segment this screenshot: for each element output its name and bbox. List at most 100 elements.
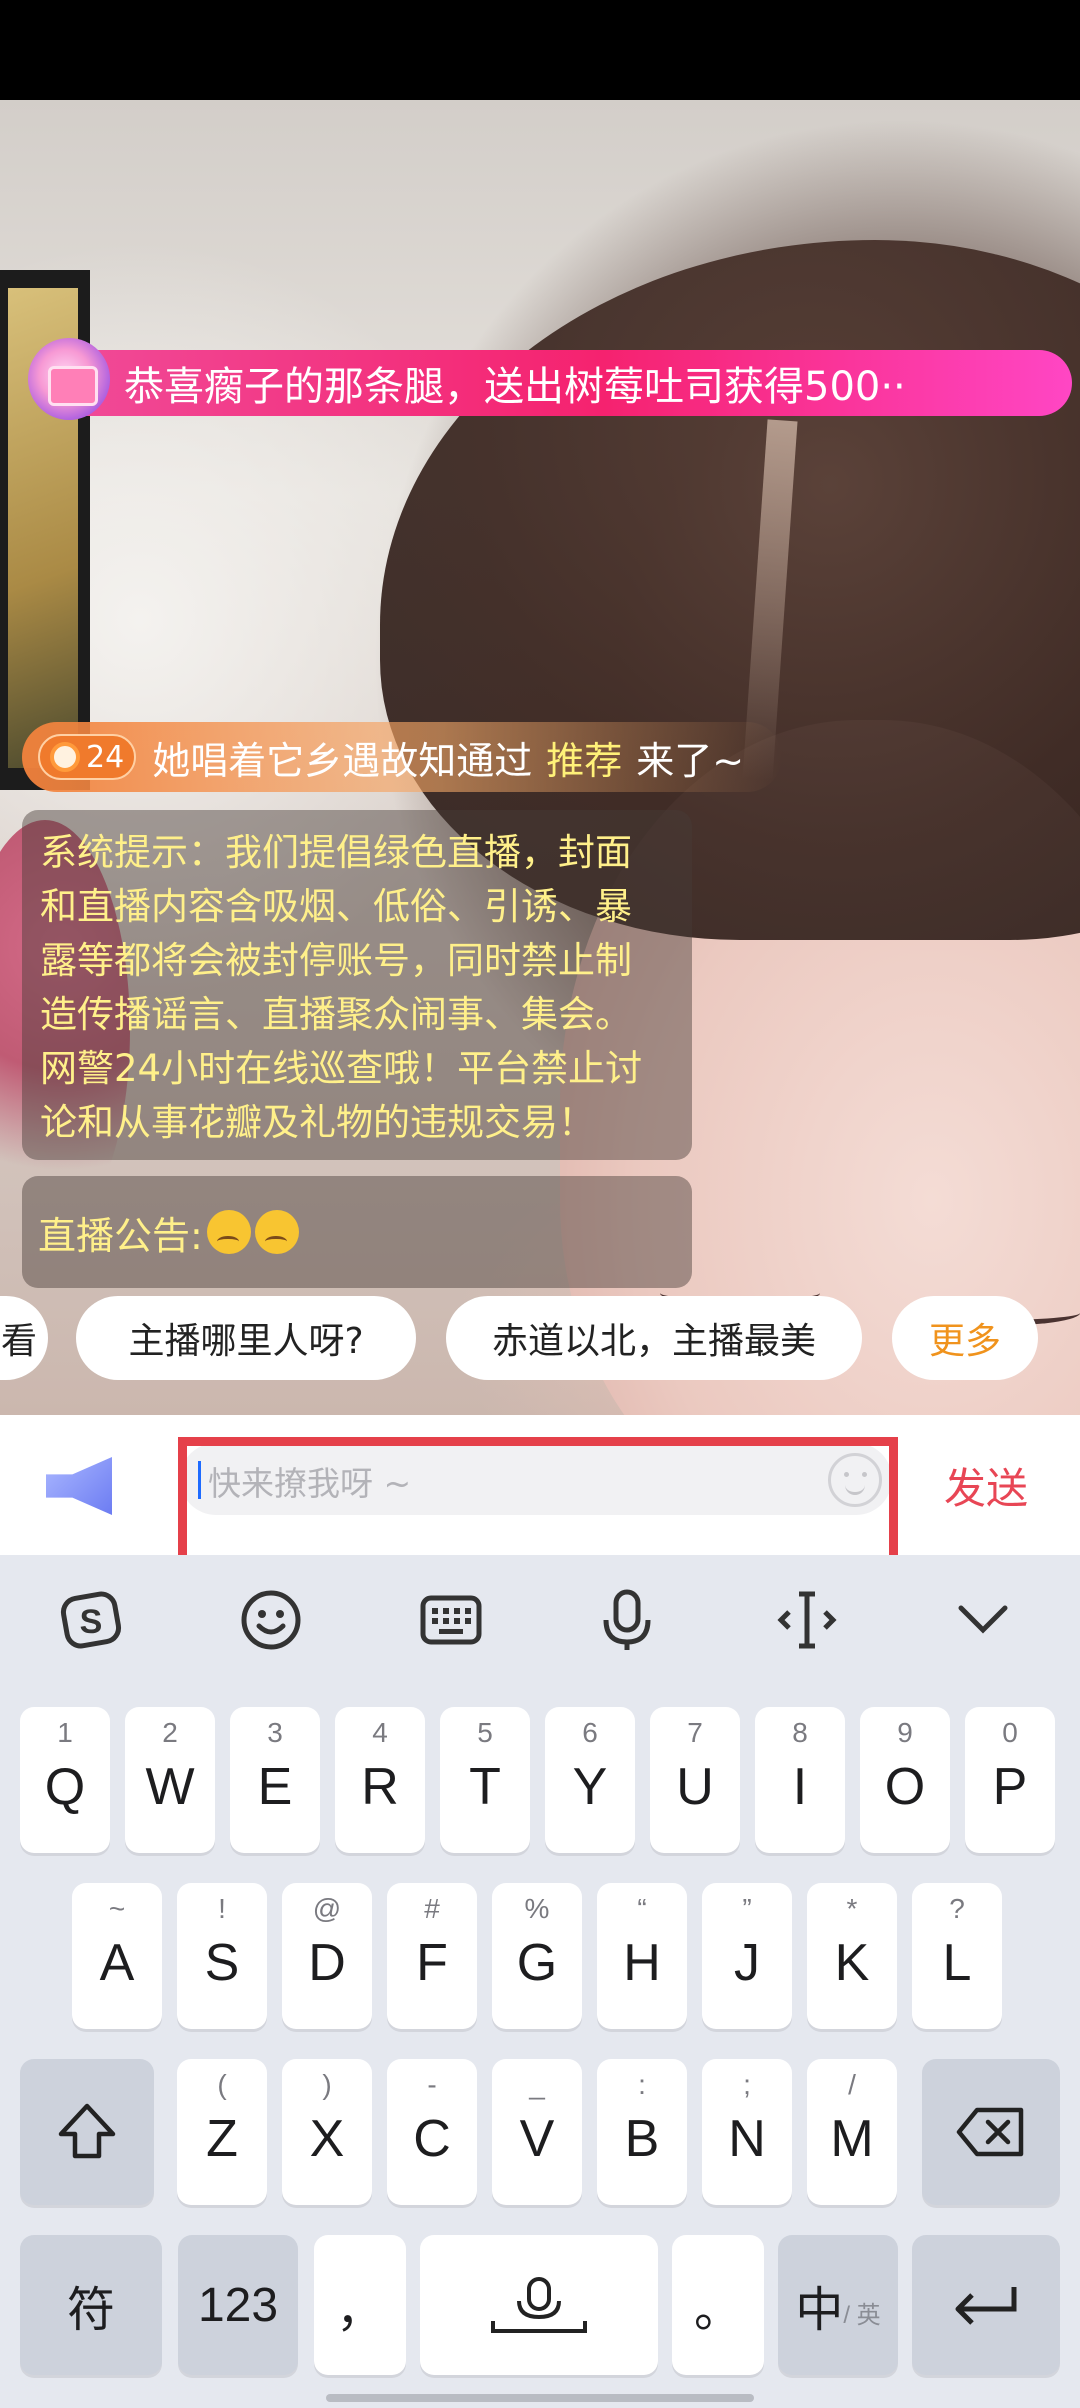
key-t[interactable]: 5T [440, 1707, 530, 1853]
key-j[interactable]: ” J [702, 1883, 792, 2029]
key-label: L [942, 1934, 972, 1992]
notice-line: 露等都将会被封停账号，同时禁止制 [40, 939, 632, 982]
notice-line: 造传播谣言、直播聚众闹事、集会。 [40, 993, 632, 1036]
emoji-icon[interactable] [236, 1585, 306, 1655]
cursor-icon[interactable] [772, 1585, 842, 1655]
quick-chip-compliment[interactable]: 赤道以北，主播最美 [446, 1296, 862, 1380]
key-label: U [676, 1758, 714, 1816]
quick-chip-where-from[interactable]: 主播哪里人呀? [76, 1296, 416, 1380]
key-v[interactable]: _ V [492, 2059, 582, 2205]
notice-line: 和直播内容含吸烟、低俗、引诱、暴 [40, 885, 632, 928]
key-label: D [308, 1934, 346, 1992]
notice-line: 论和从事花瓣及礼物的违规交易！ [40, 1101, 595, 1144]
key-w[interactable]: 2W [125, 1707, 215, 1853]
key-s[interactable]: ! S [177, 1883, 267, 2029]
home-indicator[interactable] [326, 2394, 754, 2402]
key-hint: 7 [687, 1717, 703, 1748]
key-hint: ( [217, 2069, 227, 2100]
key-hint: ! [218, 1893, 226, 1924]
entry-message[interactable]: 24 她唱着它乡遇故知通过 推荐 来了~ [22, 722, 782, 792]
key-hint: : [638, 2069, 646, 2100]
key-label: V [519, 2110, 555, 2168]
live-announcement: 直播公告: [22, 1176, 692, 1288]
sogou-logo-icon[interactable]: S [56, 1585, 126, 1655]
key-q[interactable]: 1Q [20, 1707, 110, 1853]
enter-icon [955, 2287, 1017, 2325]
key-d[interactable]: @ D [282, 1883, 372, 2029]
numbers-key[interactable]: 123 [178, 2235, 298, 2375]
keyboard-icon[interactable] [416, 1585, 486, 1655]
key-hint: 1 [57, 1717, 73, 1748]
key-u[interactable]: 7U [650, 1707, 740, 1853]
key-r[interactable]: 4R [335, 1707, 425, 1853]
key-label: H [623, 1934, 661, 1992]
key-label: W [145, 1758, 195, 1816]
comma-key[interactable]: ， [314, 2235, 406, 2375]
key-hint: 3 [267, 1717, 283, 1748]
key-label: Y [572, 1758, 608, 1816]
announcement-label: 直播公告: [38, 1213, 203, 1258]
key-g[interactable]: % G [492, 1883, 582, 2029]
key-label: J [734, 1934, 760, 1992]
key-label: M [830, 2110, 874, 2168]
key-k[interactable]: * K [807, 1883, 897, 2029]
megaphone-icon[interactable] [46, 1451, 116, 1515]
key-y[interactable]: 6Y [545, 1707, 635, 1853]
key-x[interactable]: ) X [282, 2059, 372, 2205]
key-hint: * [846, 1893, 858, 1924]
key-z[interactable]: (Z [177, 2059, 267, 2205]
voice-space-icon [491, 2277, 587, 2333]
key-label: I [792, 1758, 808, 1816]
key-hint: 2 [162, 1717, 178, 1748]
symbols-key[interactable]: 符 [20, 2235, 162, 2375]
key-label: B [624, 2110, 660, 2168]
entry-highlight: 推荐 [546, 738, 623, 783]
key-hint: 6 [582, 1717, 598, 1748]
key-hint: 9 [897, 1717, 913, 1748]
key-c[interactable]: -C [387, 2059, 477, 2205]
svg-text:S: S [80, 1603, 103, 1641]
gift-banner[interactable]: 恭喜瘸子的那条腿，送出树莓吐司获得500·· [28, 338, 1072, 420]
key-o[interactable]: 9O [860, 1707, 950, 1853]
send-button[interactable]: 发送 [944, 1455, 1028, 1516]
key-b[interactable]: :B [597, 2059, 687, 2205]
notice-line: 系统提示：我们提倡绿色直播，封面 [40, 831, 632, 874]
key-label: K [834, 1934, 870, 1992]
key-l[interactable]: ? L [912, 1883, 1002, 2029]
upside-down-face-icon [206, 1210, 251, 1254]
language-switch-key[interactable]: 中 / 英 [778, 2235, 898, 2375]
period-key[interactable]: 。 [672, 2235, 764, 2375]
more-chips-button[interactable]: 更多 [892, 1296, 1038, 1380]
key-hint: “ [637, 1893, 647, 1924]
key-h[interactable]: “H [597, 1883, 687, 2029]
key-label: E [257, 1758, 293, 1816]
chip-label: 更多 [928, 1321, 1001, 1362]
collapse-icon[interactable] [948, 1585, 1018, 1655]
status-bar [0, 0, 1080, 100]
key-a[interactable]: ~ A [72, 1883, 162, 2029]
key-n[interactable]: ; N [702, 2059, 792, 2205]
key-hint: ) [322, 2069, 332, 2100]
key-e[interactable]: 3E [230, 1707, 320, 1853]
key-label: P [992, 1758, 1028, 1816]
key-m[interactable]: / M [807, 2059, 897, 2205]
key-label: Z [206, 2110, 238, 2168]
chip-label: 主播哪里人呀? [128, 1321, 364, 1362]
pleading-face-icon [254, 1210, 299, 1254]
key-p[interactable]: 0P [965, 1707, 1055, 1853]
key-label: O [884, 1758, 926, 1816]
space-key[interactable] [420, 2235, 658, 2375]
shift-key[interactable] [20, 2059, 154, 2205]
microphone-icon[interactable] [592, 1585, 662, 1655]
notice-line: 网警24小时在线巡查哦！平台禁止讨 [40, 1047, 643, 1090]
key-f[interactable]: # F [387, 1883, 477, 2029]
level-number: 24 [86, 739, 125, 775]
key-i[interactable]: 8I [755, 1707, 845, 1853]
chip-label: 赤道以北，主播最美 [491, 1321, 816, 1362]
backspace-icon [956, 2107, 1024, 2157]
enter-key[interactable] [912, 2235, 1060, 2375]
key-hint: % [524, 1893, 550, 1924]
key-label: C [413, 2110, 451, 2168]
backspace-key[interactable] [922, 2059, 1060, 2205]
gift-banner-text: 恭喜瘸子的那条腿，送出树莓吐司获得500·· [124, 364, 906, 410]
